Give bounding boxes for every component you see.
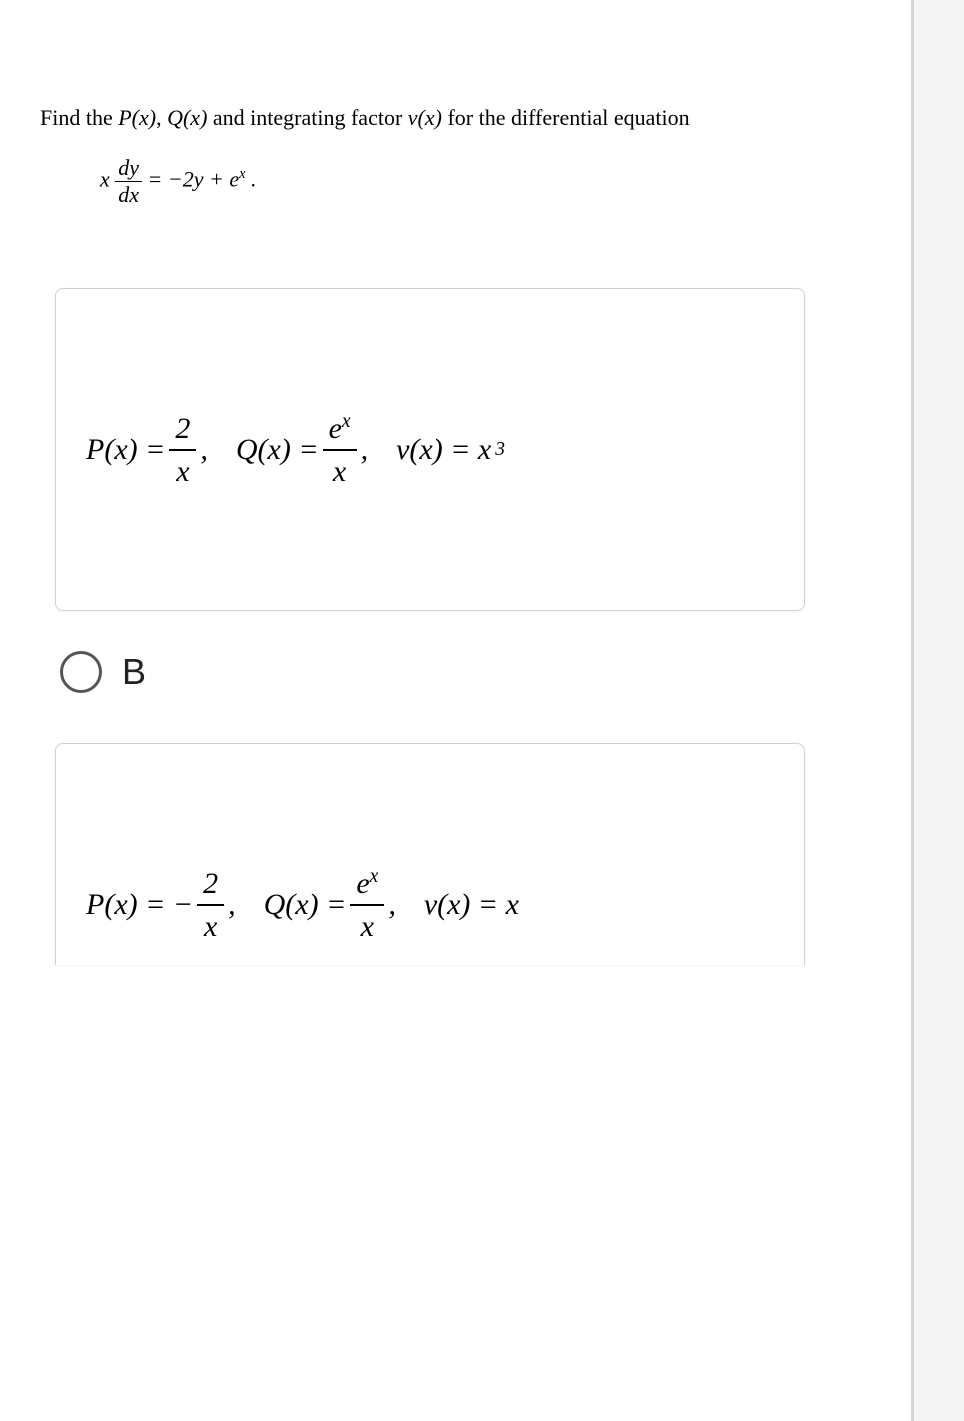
q-of-x: Q(x) <box>167 105 207 130</box>
answer-b-math: P(x) = − 2 x , Q(x) = ex x , v(x) = x <box>86 864 774 945</box>
a-q-lhs: Q(x) = <box>236 433 319 467</box>
b-p-den: x <box>198 906 223 945</box>
b-q-frac: ex x <box>350 864 384 945</box>
prompt-prefix: Find the <box>40 105 118 130</box>
a-p-num: 2 <box>169 410 196 451</box>
b-v-lhs: v(x) = x <box>424 888 519 922</box>
a-q-sup: x <box>342 411 351 432</box>
eq-dx: dx <box>115 182 142 208</box>
differential-equation: x dy dx = −2y + ex . <box>100 155 820 208</box>
b-p-frac: 2 x <box>197 865 224 945</box>
page-edge-line <box>911 0 914 1421</box>
eq-period: . <box>245 167 256 192</box>
answer-option-a-card[interactable]: P(x) = 2 x , Q(x) = ex x , v(x) = x3 <box>55 288 805 611</box>
option-b-label: B <box>122 651 146 693</box>
a-p-den: x <box>170 451 195 490</box>
page-margin-right <box>914 0 964 1421</box>
eq-dydx: dy dx <box>115 155 142 208</box>
b-q-num: ex <box>350 864 384 906</box>
a-q-num: ex <box>323 409 357 451</box>
b-p-num: 2 <box>197 865 224 906</box>
eq-rhs: = −2y + e <box>148 167 240 192</box>
radio-button-b[interactable] <box>60 651 102 693</box>
a-v-lhs: v(x) = x <box>396 433 491 467</box>
prompt-mid1: and integrating factor <box>207 105 407 130</box>
a-q-e: e <box>329 412 342 445</box>
eq-x: x <box>100 167 110 192</box>
b-q-sup: x <box>370 866 379 887</box>
prompt-mid2: for the differential equation <box>442 105 690 130</box>
a-p-frac: 2 x <box>169 410 196 490</box>
a-q-frac: ex x <box>323 409 357 490</box>
b-q-den: x <box>355 906 380 945</box>
answer-option-b-card[interactable]: P(x) = − 2 x , Q(x) = ex x , v(x) = x <box>55 743 805 965</box>
v-of-x: v(x) <box>408 105 442 130</box>
b-p-lhs: P(x) = − <box>86 888 193 922</box>
a-v-sup: 3 <box>495 439 505 461</box>
b-q-lhs: Q(x) = <box>264 888 347 922</box>
b-comma1: , <box>228 888 236 922</box>
a-comma2: , <box>361 433 369 467</box>
p-of-x: P(x) <box>118 105 156 130</box>
question-prompt: Find the P(x), Q(x) and integrating fact… <box>40 100 820 135</box>
a-p-lhs: P(x) = <box>86 433 165 467</box>
a-comma1: , <box>200 433 208 467</box>
question-content: Find the P(x), Q(x) and integrating fact… <box>0 0 860 965</box>
option-b-row[interactable]: B <box>60 651 820 693</box>
b-q-e: e <box>356 867 369 900</box>
a-q-den: x <box>327 451 352 490</box>
eq-dy: dy <box>115 155 142 182</box>
answer-a-math: P(x) = 2 x , Q(x) = ex x , v(x) = x3 <box>86 409 774 490</box>
b-comma2: , <box>388 888 396 922</box>
